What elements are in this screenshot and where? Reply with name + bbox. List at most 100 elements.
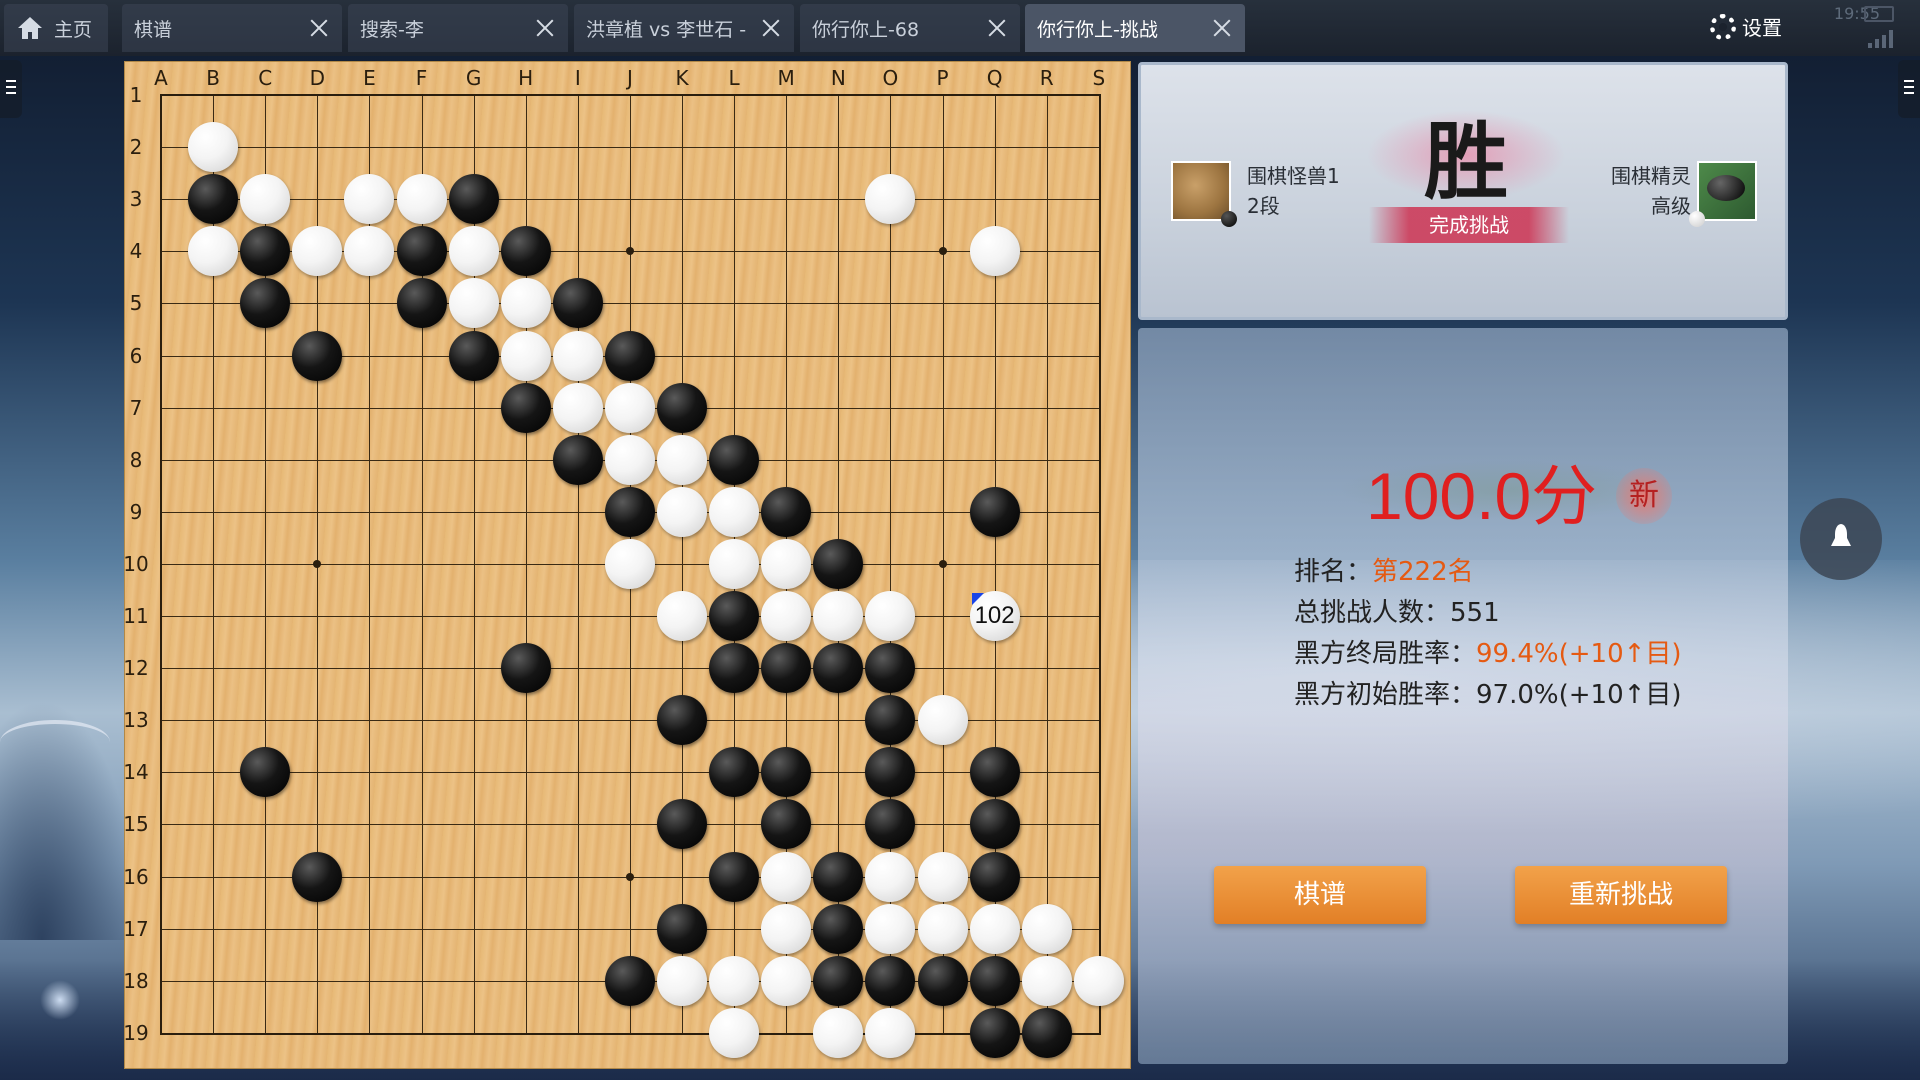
black-stone — [657, 382, 707, 433]
column-label: S — [1092, 66, 1106, 90]
black-stone — [604, 486, 655, 537]
close-icon[interactable] — [986, 17, 1008, 39]
go-board[interactable]: A B C D E F G H I J K L M N O P Q R S 1 2 3 4 5 6 7 8 9 10 11 12 13 14 15… — [123, 62, 1130, 1068]
row-label: 19 — [123, 1020, 149, 1045]
white-stone — [761, 955, 812, 1006]
row-label: 11 — [123, 604, 149, 628]
tab-record[interactable]: 棋谱 — [122, 4, 342, 52]
close-icon[interactable] — [760, 17, 782, 39]
settings-label: 设置 — [1742, 16, 1782, 40]
rocket-icon — [1831, 524, 1851, 552]
game-record-button[interactable]: 棋谱 — [1214, 866, 1426, 924]
tab-search[interactable]: 搜索-李 — [348, 4, 568, 52]
right-player-rank: 高级 — [1651, 194, 1691, 218]
column-label: R — [1039, 66, 1054, 90]
black-stone — [813, 851, 864, 902]
last-move-stone: 102 — [969, 591, 1020, 641]
final-rate-row: 黑方终局胜率：99.4%(+10↑目) — [1294, 633, 1682, 670]
right-menu-icon[interactable] — [1898, 60, 1920, 118]
white-stone — [604, 538, 655, 589]
stats-panel: 100.0分 新 排名：第222名 总挑战人数：551 黑方终局胜率：99.4%… — [1138, 328, 1788, 1064]
row-label: 15 — [123, 812, 149, 837]
initial-rate-label: 黑方初始胜率： — [1294, 680, 1477, 710]
rank-label: 排名： — [1294, 557, 1373, 587]
total-label: 总挑战人数： — [1294, 598, 1451, 628]
row-label: 5 — [129, 291, 143, 316]
tab-challenge-68[interactable]: 你行你上-68 — [800, 4, 1020, 52]
row-label: 6 — [129, 343, 143, 368]
white-stone — [552, 382, 603, 433]
white-stone — [657, 434, 707, 485]
black-stone — [709, 643, 760, 694]
white-stone — [969, 226, 1020, 277]
move-number: 102 — [974, 602, 1015, 629]
black-stone — [448, 174, 499, 225]
column-label: P — [936, 66, 949, 90]
white-stone — [969, 903, 1020, 954]
row-label: 1 — [129, 83, 143, 107]
row-label: 4 — [129, 239, 143, 264]
right-player-name: 围棋精灵 — [1611, 164, 1691, 188]
black-stone — [500, 643, 551, 694]
total-value: 551 — [1450, 598, 1500, 628]
left-menu-icon[interactable] — [0, 60, 22, 118]
star-point — [938, 559, 947, 568]
close-icon[interactable] — [534, 17, 556, 39]
white-stone — [604, 434, 655, 485]
black-stone — [813, 538, 864, 589]
black-stone — [292, 330, 343, 381]
white-stone — [552, 330, 603, 381]
white-stone — [396, 174, 447, 225]
black-stone-icon — [1221, 211, 1237, 227]
column-label: G — [465, 66, 482, 90]
background-bridge — [0, 720, 110, 764]
tab-game[interactable]: 洪章植 vs 李世石 - — [574, 4, 794, 52]
black-stone — [761, 643, 812, 694]
row-label: 2 — [129, 135, 143, 160]
black-stone — [917, 955, 968, 1006]
black-stone — [396, 226, 447, 277]
black-stone — [813, 955, 864, 1006]
white-stone — [657, 955, 707, 1006]
tab-challenge[interactable]: 你行你上-挑战 — [1025, 4, 1245, 52]
tab-label: 洪章植 vs 李世石 - — [586, 18, 747, 41]
column-label: K — [675, 66, 689, 90]
close-icon[interactable] — [308, 17, 330, 39]
signal-icon — [1868, 30, 1894, 48]
row-label: 13 — [123, 708, 149, 733]
row-label: 10 — [123, 551, 149, 576]
initial-rate-value: 97.0%(+10↑目) — [1476, 680, 1682, 710]
white-stone — [500, 278, 551, 329]
column-label: L — [728, 66, 740, 90]
black-stone — [709, 591, 760, 641]
white-stone — [604, 382, 655, 433]
retry-challenge-button[interactable]: 重新挑战 — [1515, 866, 1727, 924]
black-stone — [448, 330, 499, 381]
score-value: 100.0分 — [1366, 459, 1598, 533]
black-stone — [188, 174, 239, 225]
white-stone-icon — [1689, 211, 1705, 227]
column-label: F — [415, 66, 428, 90]
close-icon[interactable] — [1211, 17, 1233, 39]
column-label: I — [574, 66, 581, 90]
black-stone — [865, 955, 916, 1006]
settings-button[interactable]: 设置 — [1710, 12, 1782, 41]
column-label: D — [309, 66, 325, 90]
white-stone — [813, 591, 864, 641]
black-stone — [500, 382, 551, 433]
black-stone — [604, 330, 655, 381]
black-stone — [969, 851, 1020, 902]
row-label: 18 — [123, 968, 149, 993]
black-stone — [969, 799, 1020, 850]
avatar-right-player — [1697, 161, 1757, 221]
row-label: 8 — [129, 447, 143, 472]
left-player-rank: 2段 — [1247, 194, 1280, 218]
row-label: 16 — [123, 864, 149, 889]
float-action-button[interactable] — [1800, 498, 1882, 580]
tab-label: 你行你上-68 — [812, 18, 920, 41]
column-label: H — [518, 66, 534, 90]
tab-bar: 主页 棋谱 搜索-李 洪章植 vs 李世石 - 你行你上-68 你行你上-挑战 … — [0, 0, 1920, 56]
tab-home[interactable]: 主页 — [4, 4, 108, 52]
black-stone — [969, 1007, 1020, 1058]
star-point — [938, 247, 947, 256]
